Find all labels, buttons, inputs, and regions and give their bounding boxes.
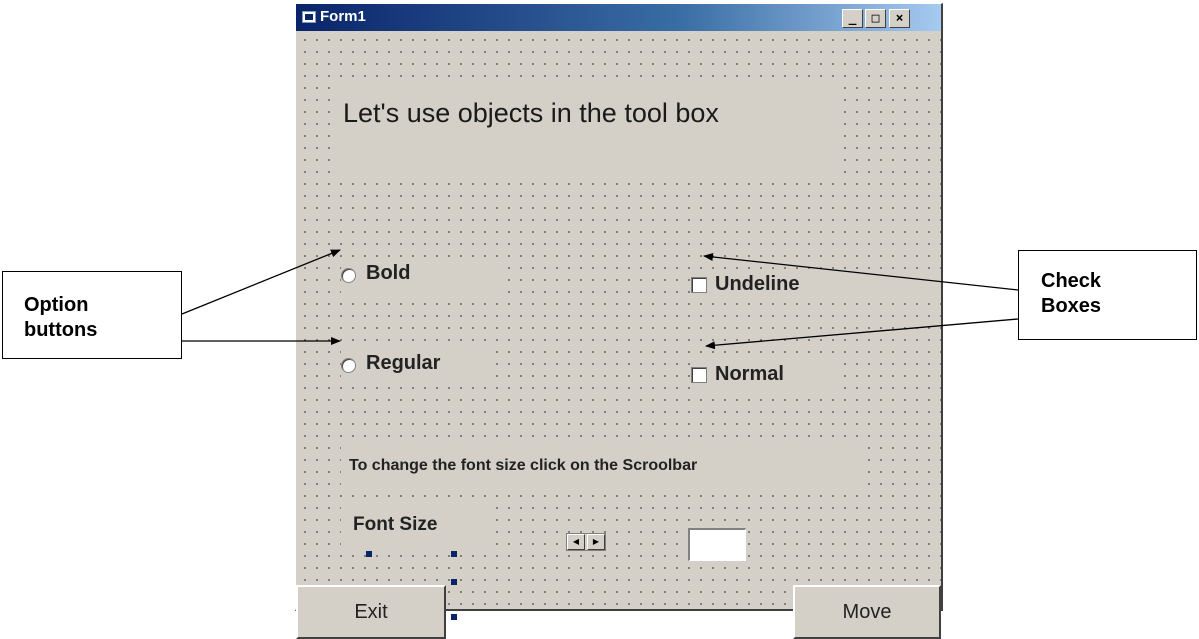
callout-check-text: Check Boxes [1041,269,1101,319]
callout-check-boxes: Check Boxes [1018,250,1197,340]
selection-handle[interactable] [451,614,457,620]
callout-check-line1: Check [1041,270,1102,292]
arrow-to-option-bold [181,249,341,315]
arrow-to-checkbox-normal [705,318,1019,350]
callout-option-line2: buttons [24,319,98,341]
callout-option-text: Option buttons [24,293,97,343]
callout-check-line2: Boxes [1041,295,1102,317]
callout-option-line1: Option [24,294,89,316]
arrow-to-checkbox-underline [703,252,1019,291]
callout-option-buttons: Option buttons [2,271,182,359]
